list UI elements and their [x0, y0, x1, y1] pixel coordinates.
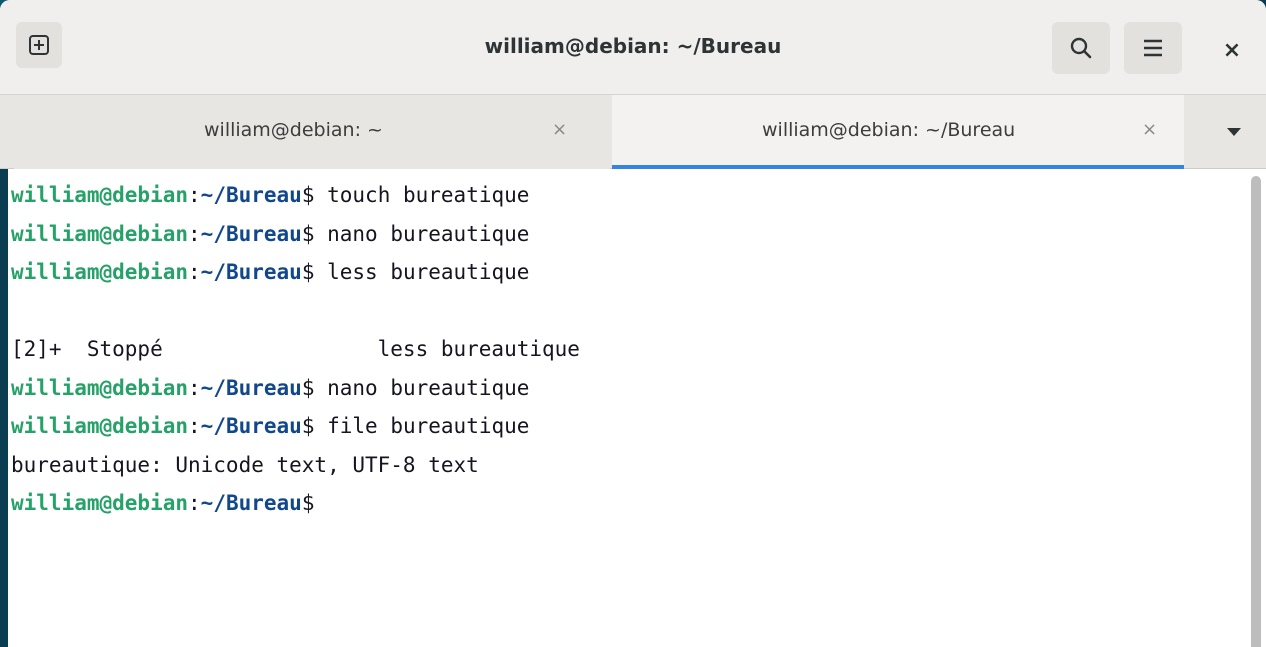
- prompt-separator: :: [188, 375, 201, 400]
- plus-square-icon: [29, 35, 49, 55]
- prompt-path: ~/Bureau: [200, 183, 302, 207]
- close-icon: ×: [1222, 37, 1242, 63]
- prompt-user: william@debian: [11, 183, 189, 207]
- terminal-line: bureautique: Unicode text, UTF-8 text: [11, 446, 1266, 485]
- prompt-separator: :: [188, 221, 201, 246]
- tab-close-icon[interactable]: ×: [1142, 119, 1157, 140]
- terminal-output[interactable]: william@debian:~/Bureau$ touch bureatiqu…: [0, 169, 1266, 647]
- tab-bureau[interactable]: william@debian: ~/Bureau ×: [612, 95, 1184, 169]
- scrollbar[interactable]: [1251, 176, 1261, 647]
- prompt-path: ~/Bureau: [200, 491, 302, 515]
- command-text: nano bureautique: [314, 375, 530, 400]
- prompt-user: william@debian: [11, 260, 189, 284]
- command-text: nano bureautique: [314, 221, 530, 246]
- prompt-symbol: $: [301, 491, 315, 515]
- prompt-user: william@debian: [11, 491, 189, 515]
- terminal-window: william@debian: ~/Bureau × william@debia…: [0, 0, 1266, 647]
- terminal-line: william@debian:~/Bureau$ touch bureatiqu…: [11, 176, 1266, 215]
- prompt-path: ~/Bureau: [200, 260, 302, 284]
- output-text: [2]+ Stoppé less bureautique: [11, 337, 580, 361]
- chevron-down-icon: [1227, 128, 1241, 136]
- tab-label: william@debian: ~/Bureau: [762, 119, 1016, 141]
- prompt-user: william@debian: [11, 414, 189, 438]
- search-button[interactable]: [1052, 22, 1110, 74]
- prompt-user: william@debian: [11, 375, 189, 400]
- command-text: file bureautique: [314, 414, 530, 438]
- header-bar: william@debian: ~/Bureau ×: [0, 0, 1266, 95]
- prompt-symbol: $: [301, 183, 315, 207]
- prompt-separator: :: [188, 414, 201, 438]
- tab-list-button[interactable]: [1214, 115, 1254, 149]
- menu-button[interactable]: [1124, 22, 1182, 74]
- terminal-line: william@debian:~/Bureau$ file bureautiqu…: [11, 407, 1266, 446]
- desktop-background-edge: [0, 169, 8, 647]
- command-text: less bureautique: [314, 260, 530, 284]
- search-icon: [1070, 37, 1092, 59]
- tab-bar: william@debian: ~ × william@debian: ~/Bu…: [0, 95, 1266, 169]
- prompt-symbol: $: [301, 221, 315, 246]
- tab-close-icon[interactable]: ×: [552, 119, 567, 140]
- prompt-separator: :: [188, 183, 201, 207]
- tab-home[interactable]: william@debian: ~ ×: [14, 95, 610, 169]
- prompt-separator: :: [188, 491, 201, 515]
- command-text: touch bureatique: [314, 183, 530, 207]
- new-tab-button[interactable]: [16, 22, 62, 68]
- close-window-button[interactable]: ×: [1212, 30, 1252, 70]
- prompt-symbol: $: [301, 260, 315, 284]
- prompt-symbol: $: [301, 414, 315, 438]
- prompt-path: ~/Bureau: [200, 414, 302, 438]
- terminal-line: william@debian:~/Bureau$ nano bureautiqu…: [11, 215, 1266, 254]
- terminal-line: [2]+ Stoppé less bureautique: [11, 330, 1266, 369]
- terminal-line: william@debian:~/Bureau$ nano bureautiqu…: [11, 369, 1266, 408]
- hamburger-menu-icon: [1144, 39, 1162, 57]
- prompt-user: william@debian: [11, 221, 189, 246]
- prompt-symbol: $: [301, 375, 315, 400]
- output-text: bureautique: Unicode text, UTF-8 text: [11, 452, 479, 477]
- terminal-line: william@debian:~/Bureau$: [11, 484, 1266, 523]
- tab-label: william@debian: ~: [204, 119, 383, 141]
- terminal-line: william@debian:~/Bureau$ less bureautiqu…: [11, 253, 1266, 292]
- prompt-separator: :: [188, 260, 201, 284]
- prompt-path: ~/Bureau: [200, 221, 302, 246]
- prompt-path: ~/Bureau: [200, 375, 302, 400]
